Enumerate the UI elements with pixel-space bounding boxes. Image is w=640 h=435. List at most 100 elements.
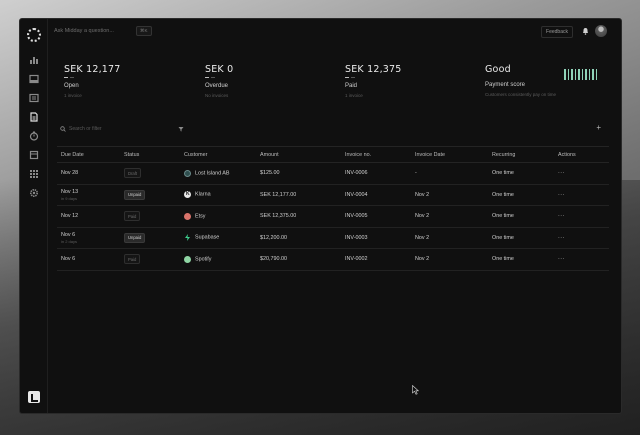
row-actions-button[interactable]: ··· — [554, 184, 609, 206]
table-row[interactable]: Nov 28 Draft Lost Island AB $125.00 INV-… — [57, 162, 609, 185]
invoice-no-cell: INV-0002 — [341, 248, 411, 271]
settings-gear-icon[interactable] — [28, 187, 40, 199]
bar-chart-icon[interactable] — [28, 54, 40, 66]
status-badge: Unpaid — [124, 232, 146, 243]
table-row[interactable]: Nov 13 in 9 days Unpaid K Klarna SEK 12,17… — [57, 184, 609, 206]
customer-name[interactable]: Klarna — [195, 192, 211, 198]
app-window: Ask Midday a question... ⌘K Feedback SEK… — [19, 18, 622, 414]
due-date: Nov 28 — [61, 170, 79, 177]
row-actions-button[interactable]: ··· — [554, 205, 609, 228]
column-header-invoice-no[interactable]: Invoice no. — [341, 146, 411, 163]
column-header-amount[interactable]: Amount — [256, 146, 341, 163]
customer-cell: Supabase — [180, 227, 256, 249]
summary-amount: SEK 12,177 — [64, 64, 121, 75]
due-date-cell: Nov 12 — [57, 205, 120, 228]
table-row[interactable]: Nov 6 Paid Spotify $20,790.00 INV-0002 N… — [57, 248, 609, 271]
sidebar — [20, 19, 48, 413]
transactions-icon[interactable] — [28, 92, 40, 104]
column-header-customer[interactable]: Customer — [180, 146, 256, 163]
team-avatar-icon[interactable] — [28, 391, 40, 403]
status-badge: Paid — [124, 254, 141, 265]
summary-amount: SEK 0 — [205, 64, 234, 75]
due-date-cell: Nov 6 in 2 days — [57, 227, 120, 249]
column-header-due-date[interactable]: Due Date — [57, 146, 120, 163]
invoice-no-cell: INV-0005 — [341, 205, 411, 228]
row-actions-button[interactable]: ··· — [554, 227, 609, 249]
summary-sub: 1 invoice — [64, 93, 82, 98]
recurring-cell: One time — [488, 248, 554, 271]
table-row[interactable]: Nov 12 Paid Etsy SEK 12,375.00 INV-0005 … — [57, 205, 609, 228]
invoices-table: Due Date Status Customer Amount Invoice … — [57, 146, 609, 271]
status-cell: Paid — [120, 248, 180, 271]
customer-cell: K Klarna — [180, 184, 256, 206]
inbox-icon[interactable] — [28, 73, 40, 85]
due-date-cell: Nov 6 — [57, 248, 120, 271]
amount-cell: $20,790.00 — [256, 248, 341, 271]
etsy-logo-icon — [184, 212, 191, 220]
invoice-date-cell: Nov 2 — [411, 248, 488, 271]
row-actions-button[interactable]: ··· — [554, 162, 609, 185]
user-avatar[interactable] — [595, 25, 607, 37]
status-cell: Paid — [120, 205, 180, 228]
apps-grid-icon[interactable] — [28, 168, 40, 180]
customer-cell: Etsy — [180, 205, 256, 228]
column-header-status[interactable]: Status — [120, 146, 180, 163]
score-bar — [571, 69, 573, 80]
timer-icon[interactable] — [28, 130, 40, 142]
table-row[interactable]: Nov 6 in 2 days Unpaid Supabase $12,200.0… — [57, 227, 609, 249]
customer-cell: Spotify — [180, 248, 256, 271]
status-badge: Draft — [124, 168, 142, 179]
summary-sub: No invoices — [205, 93, 229, 98]
shortcut-badge: ⌘K — [136, 26, 152, 36]
invoice-no-cell: INV-0003 — [341, 227, 411, 249]
customer-cell: Lost Island AB — [180, 162, 256, 185]
customer-name[interactable]: Lost Island AB — [195, 170, 229, 176]
score-bar — [581, 69, 583, 80]
column-header-actions: Actions — [554, 146, 609, 163]
summary-card-open[interactable]: SEK 12,177 Open 1 invoice — [64, 64, 184, 98]
mouse-cursor-icon — [412, 385, 419, 395]
filter-icon[interactable] — [178, 126, 184, 132]
status-cell: Draft — [120, 162, 180, 185]
row-actions-button[interactable]: ··· — [554, 248, 609, 271]
status-cell: Unpaid — [120, 184, 180, 206]
summary-label: Paid — [345, 83, 358, 89]
notification-bell-icon[interactable] — [582, 27, 589, 35]
score-bar — [567, 69, 569, 80]
recurring-cell: One time — [488, 227, 554, 249]
add-invoice-button[interactable]: + — [596, 124, 601, 132]
supabase-logo-icon — [184, 234, 191, 242]
column-header-invoice-date[interactable]: Invoice Date — [411, 146, 488, 163]
spotify-logo-icon — [184, 255, 191, 263]
invoice-date-cell: Nov 2 — [411, 205, 488, 228]
customer-name[interactable]: Etsy — [195, 213, 205, 219]
amount-cell: $125.00 — [256, 162, 341, 185]
summary-amount: SEK 12,375 — [345, 64, 402, 75]
topbar: Ask Midday a question... ⌘K Feedback — [48, 19, 621, 47]
search-row: + — [58, 123, 607, 135]
invoice-no-cell: INV-0006 — [341, 162, 411, 185]
feedback-button[interactable]: Feedback — [541, 26, 573, 38]
due-date: Nov 6 — [61, 256, 76, 263]
column-header-recurring[interactable]: Recurring — [488, 146, 554, 163]
summary-card-paid[interactable]: SEK 12,375 Paid 1 invoice — [345, 64, 465, 98]
invoice-icon[interactable] — [28, 111, 40, 123]
status-badge: Paid — [124, 211, 141, 222]
vault-icon[interactable] — [28, 149, 40, 161]
amount-cell: SEK 12,177.00 — [256, 184, 341, 206]
due-relative: in 9 days — [61, 195, 78, 201]
logo-icon[interactable] — [27, 28, 41, 42]
score-bar — [585, 69, 587, 80]
payment-score-bars — [564, 69, 597, 80]
summary-card-overdue[interactable]: SEK 0 Overdue No invoices — [205, 64, 325, 98]
score-bar — [564, 69, 566, 80]
score-bar — [588, 69, 590, 80]
invoice-date-cell: Nov 2 — [411, 184, 488, 206]
ask-input[interactable]: Ask Midday a question... — [54, 28, 114, 34]
customer-name[interactable]: Supabase — [195, 235, 219, 241]
search-input[interactable] — [69, 125, 169, 133]
amount-cell: $12,200.00 — [256, 227, 341, 249]
score-bar — [578, 69, 580, 80]
customer-name[interactable]: Spotify — [195, 256, 211, 262]
page-dots — [205, 77, 325, 78]
